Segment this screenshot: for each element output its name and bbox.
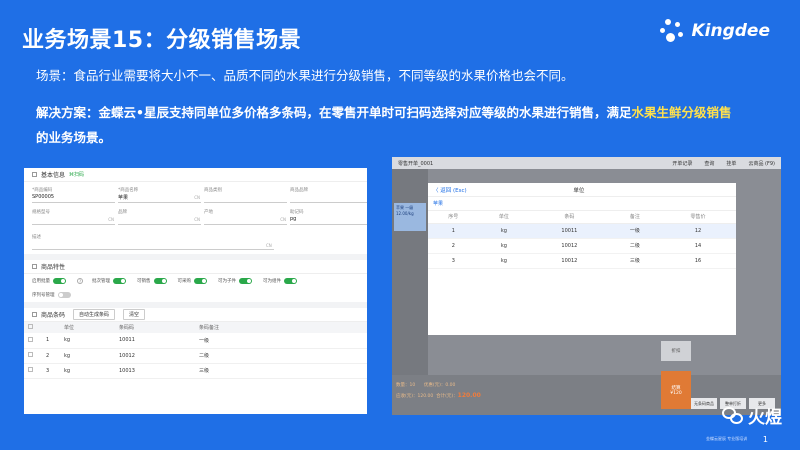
row-checkbox[interactable] [28,336,33,342]
order-total: 120.00 [457,392,481,399]
table-row[interactable]: 1 kg 10011 一级 12 [428,223,736,239]
toggle-sellable[interactable] [153,278,167,284]
auto-barcode-button[interactable]: 自动生成条码 [73,309,116,320]
barcode-table: 单位 条码码 条码备注 1 kg 10011 一级 2 kg 10012 二级 3 kg 100… [24,322,367,379]
pos-screenshot: 零售开单_0001 开单记录 查询 挂单 云商品 (F9) 苹果 一级 12.0… [392,157,781,415]
table-header: 单位 条码码 条码备注 [24,322,367,333]
product-form-screenshot: 基本信息 ⌘扫码 *商品编码 SP00005 *商品名称 苹果 CN 商品类别 商品品… [24,168,367,414]
row-checkbox[interactable] [28,352,33,357]
table-header: 序号 单位 条码 备注 零售价 [428,211,736,224]
watermark: 火煜 [722,403,782,428]
modal-tab-apple[interactable]: 苹果 [428,197,736,211]
select-all-checkbox[interactable] [28,324,33,329]
field-brand[interactable]: 品牌 CN [118,206,201,228]
solution-tail: 的业务场景。 [36,130,112,145]
solution-text: 解决方案：金蝶云•星辰支持同单位多价格多条码，在零售开单时可扫码选择对应等级的水… [36,100,781,150]
barcode-header: 商品条码 自动生成条码 清空 [24,302,367,322]
cloud-goods-button[interactable]: 云商品 (F9) [748,160,775,167]
field-origin[interactable]: 产地 CN [204,206,287,228]
scan-link[interactable]: ⌘扫码 [69,171,84,178]
table-row[interactable]: 3 kg 10012 三级 16 [428,253,736,269]
unit-select-modal: 〈 返回 (Esc) 单位 苹果 序号 单位 条码 备注 零售价 1 kg 10011 一级 1… [428,183,736,335]
field-product-name[interactable]: *商品名称 苹果 CN [118,184,201,206]
unit-table: 序号 单位 条码 备注 零售价 1 kg 10011 一级 12 2 kg 10012 二级 14 3k… [428,211,736,269]
back-button[interactable]: 〈 返回 (Esc) [433,186,467,194]
collapse-icon[interactable] [32,264,37,269]
toggle-purchasable[interactable] [194,278,207,284]
toggle-component[interactable] [284,278,297,284]
cart-item[interactable]: 苹果 一级 12.00/kg [394,203,426,231]
collapse-icon[interactable] [32,312,37,317]
order-history-button[interactable]: 开单记录 [672,160,692,167]
toggle-serial[interactable] [57,292,71,298]
modal-header: 〈 返回 (Esc) 单位 [428,183,736,197]
solution-highlight: 水果生鲜分级销售 [631,105,732,120]
table-row[interactable]: 1 kg 10011 一级 [24,333,367,349]
basic-info-title: 基本信息 [41,172,66,179]
no-barcode-button[interactable]: 无条码商品 [691,398,717,409]
field-product-brand[interactable]: 商品品牌 [290,184,367,206]
attr-title: 商品特性 [41,264,66,271]
serial-row: 序列号管理 [24,288,367,302]
field-product-code[interactable]: *商品编码 SP00005 [32,184,115,206]
row-checkbox[interactable] [28,367,33,372]
field-description[interactable]: 描述 CN [24,230,367,254]
page-title: 业务场景15：分级销售场景 [22,28,302,53]
discount-button[interactable]: 折扣 [661,341,691,361]
toggle-subpart[interactable] [239,278,252,284]
help-icon: ? [77,278,83,284]
basic-info-header: 基本信息 ⌘扫码 [24,168,367,182]
table-row[interactable]: 2 kg 10012 二级 [24,348,367,364]
watermark-text: 火煜 [748,408,782,428]
table-row[interactable]: 2 kg 10012 二级 14 [428,238,736,254]
brand-logo: Kingdee [659,18,770,44]
checkout-button[interactable]: 结算 ¥120 [661,371,691,409]
basic-info-form: *商品编码 SP00005 *商品名称 苹果 CN 商品类别 商品品牌 规格型号 CN … [24,182,367,230]
pos-order-title: 零售开单_0001 [398,160,434,167]
attr-toggles: 启用批量? 批次管理 可销售 可采购 可为子件 可为组件 [24,274,367,288]
attr-header: 商品特性 [24,254,367,274]
wechat-icon [722,406,744,425]
modal-title: 单位 [573,187,585,194]
field-mnemonic[interactable]: 助记码 pg [290,206,367,228]
brand-name: Kingdee [691,21,770,41]
clear-button[interactable]: 清空 [123,309,146,320]
solution-main: 解决方案：金蝶云•星辰支持同单位多价格多条码，在零售开单时可扫码选择对应等级的水… [36,105,632,120]
collapse-icon[interactable] [32,172,37,177]
footer-note: 金蝶云星辰 专业版培训 [706,436,748,441]
hold-button[interactable]: 挂单 [726,160,736,167]
kingdee-logo-icon [659,18,685,44]
scene-text: 场景：食品行业需要将大小不一、品质不同的水果进行分级销售，不同等级的水果价格也会… [36,68,574,83]
toggle-batch-manage[interactable] [113,278,126,284]
page-number: 1 [762,435,768,444]
order-summary: 数量：10 优惠(元)：0.00 应收(元)：120.00 合计(元)：120.… [396,383,481,399]
field-product-category[interactable]: 商品类别 [204,184,287,206]
toggle-batch[interactable] [53,278,66,284]
table-row[interactable]: 3 kg 10013 三级 [24,363,367,379]
query-button[interactable]: 查询 [704,160,714,167]
pos-topbar: 零售开单_0001 开单记录 查询 挂单 云商品 (F9) [392,157,781,169]
barcode-title: 商品条码 [41,312,66,319]
field-spec[interactable]: 规格型号 CN [32,206,115,228]
